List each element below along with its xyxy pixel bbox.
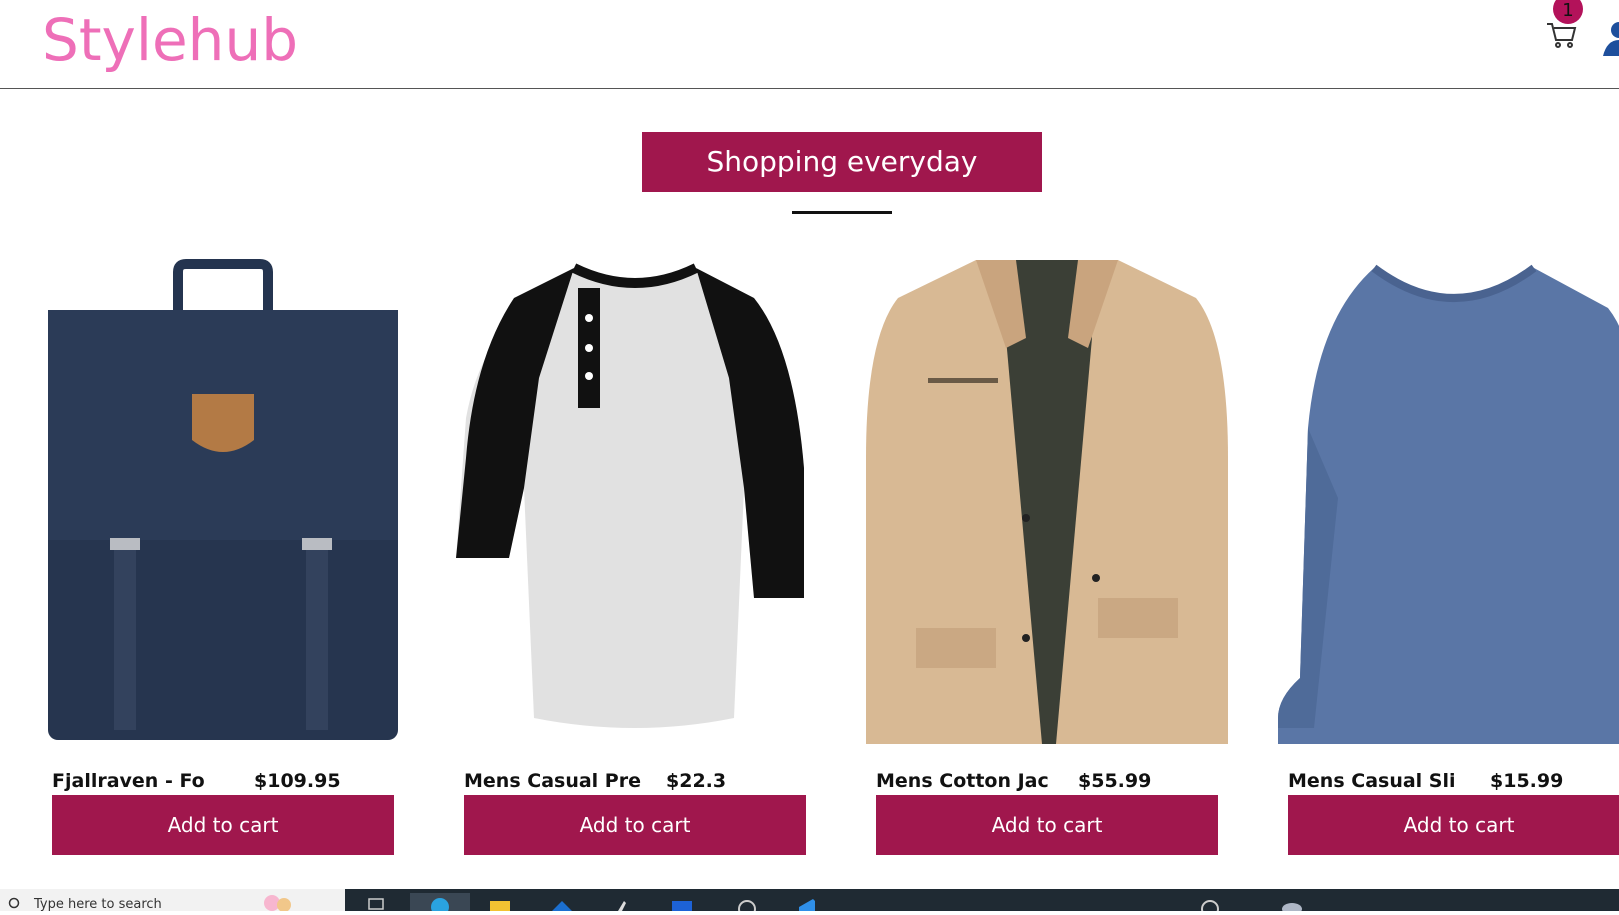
product-image-backpack[interactable] [42,258,404,744]
site-header: Stylehub 1 [0,0,1619,89]
product-price: $55.99 [1078,770,1152,792]
product-image-long-sleeve-tee[interactable] [1278,258,1619,744]
mail-icon[interactable] [550,893,574,911]
product-price: $109.95 [254,770,341,792]
tray-app-icon[interactable] [1198,893,1222,915]
product-price: $15.99 [1490,770,1564,792]
app-icon[interactable] [610,893,634,911]
weather-icon[interactable] [1280,893,1304,915]
store-icon[interactable] [670,893,694,911]
hero-divider [792,211,892,214]
product-name: Mens Casual Sli [1288,770,1456,792]
vscode-icon[interactable] [795,893,819,911]
clock-app-icon[interactable] [735,893,759,915]
product-card: Fjallraven - Fo $109.95 Add to cart [42,258,404,858]
product-card: Mens Casual Pre $22.3 Add to cart [454,258,816,858]
add-to-cart-button[interactable]: Add to cart [52,795,394,855]
edge-icon[interactable] [410,893,470,915]
product-image-cotton-jacket[interactable] [866,258,1228,744]
add-to-cart-button[interactable]: Add to cart [464,795,806,855]
product-name: Mens Cotton Jac [876,770,1049,792]
file-explorer-icon[interactable] [488,893,512,911]
product-card: Mens Casual Sli $15.99 Add to cart [1278,258,1619,858]
product-card: Mens Cotton Jac $55.99 Add to cart [866,258,1228,858]
task-view-icon[interactable] [365,893,389,911]
product-name: Mens Casual Pre [464,770,641,792]
site-logo[interactable]: Stylehub [42,6,298,74]
user-icon[interactable] [1603,18,1619,56]
product-image-raglan-tshirt[interactable] [454,258,816,744]
product-price: $22.3 [666,770,727,792]
taskbar-search[interactable]: Type here to search [0,889,345,912]
search-highlight-icon [264,895,291,911]
hero-banner: Shopping everyday [642,132,1042,192]
add-to-cart-button[interactable]: Add to cart [876,795,1218,855]
product-name: Fjallraven - Fo [52,770,205,792]
search-icon [8,897,20,909]
os-taskbar: Type here to search [0,889,1619,915]
add-to-cart-button[interactable]: Add to cart [1288,795,1619,855]
taskbar-search-placeholder: Type here to search [34,897,162,912]
